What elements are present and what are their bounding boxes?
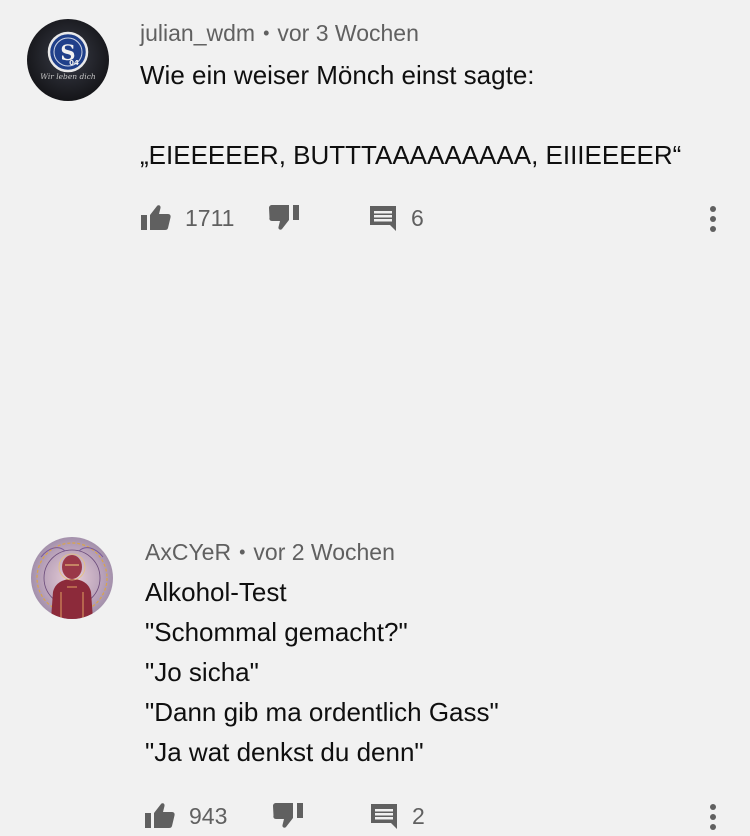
author-name[interactable]: julian_wdm	[140, 20, 255, 46]
like-button[interactable]: 943	[145, 796, 227, 836]
like-button[interactable]: 1711	[141, 198, 234, 238]
comment-thread: AxCYeR • vor 2 Wochen Alkohol-Test "Schomm…	[0, 266, 750, 830]
comment-text: Alkohol-Test "Schommal gemacht?" "Jo sic…	[145, 577, 499, 767]
comment-time[interactable]: vor 3 Wochen	[277, 20, 418, 46]
more-options-button[interactable]	[705, 796, 721, 836]
thumb-down-icon	[269, 205, 299, 230]
avatar-image: S 04 Wir leben dich	[27, 19, 109, 101]
avatar[interactable]	[31, 537, 113, 619]
reply-button[interactable]: 2	[370, 796, 425, 836]
avatar[interactable]: S 04 Wir leben dich	[27, 19, 109, 101]
comment-time[interactable]: vor 2 Wochen	[253, 539, 394, 565]
meta-separator: •	[239, 542, 246, 562]
like-count: 1711	[185, 205, 235, 231]
comment-icon	[371, 804, 397, 829]
dislike-button[interactable]	[269, 198, 301, 238]
thumb-up-icon	[141, 205, 171, 230]
more-vert-icon	[710, 206, 716, 232]
comment-icon	[370, 206, 396, 231]
svg-text:04: 04	[69, 59, 79, 67]
comment-meta: AxCYeR • vor 2 Wochen	[145, 539, 395, 566]
svg-text:Wir leben dich: Wir leben dich	[40, 72, 96, 81]
comment-thread: S 04 Wir leben dich julian_wdm • vor 3 Woc…	[0, 0, 750, 266]
more-vert-icon	[710, 804, 716, 830]
meta-separator: •	[263, 23, 270, 43]
thumb-up-icon	[145, 803, 175, 828]
comment-meta: julian_wdm • vor 3 Wochen	[140, 20, 419, 47]
comment-actions: 943 2	[0, 796, 750, 836]
like-count: 943	[189, 803, 228, 829]
more-options-button[interactable]	[705, 198, 721, 238]
reply-count: 6	[411, 205, 424, 231]
avatar-image	[31, 537, 113, 619]
comment-text: Wie ein weiser Mönch einst sagte: „EIEEE…	[140, 60, 682, 170]
comment-actions: 1711 6	[0, 198, 750, 238]
author-name[interactable]: AxCYeR	[145, 539, 231, 565]
thumb-down-icon	[273, 803, 303, 828]
dislike-button[interactable]	[273, 796, 305, 836]
reply-count: 2	[412, 803, 425, 829]
reply-button[interactable]: 6	[369, 198, 424, 238]
